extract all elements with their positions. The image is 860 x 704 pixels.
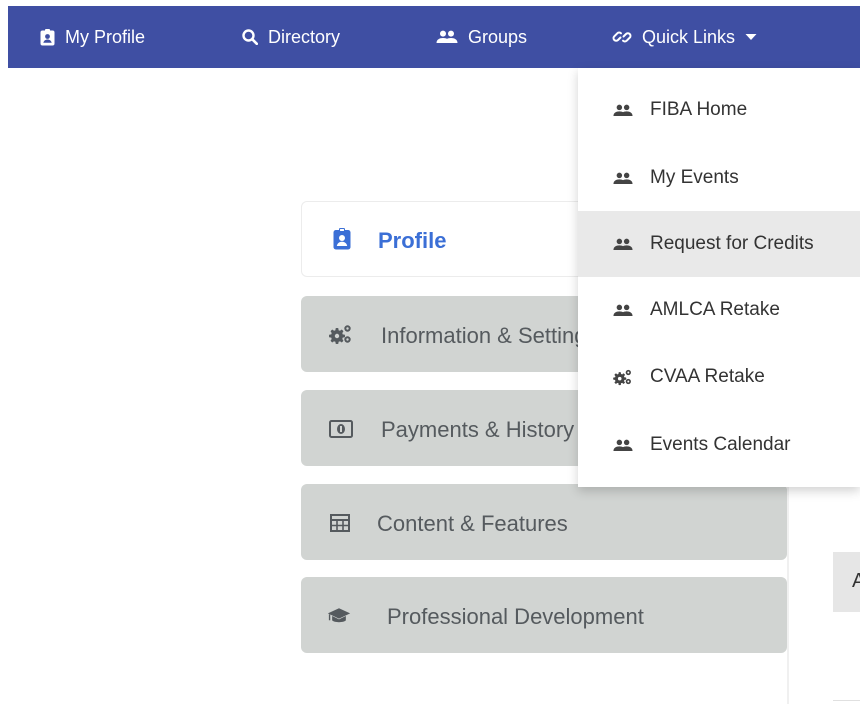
dropdown-item-request-for-credits[interactable]: Request for Credits [578,211,860,277]
caret-down-icon [745,33,757,41]
gears-icon [329,322,353,346]
dropdown-item-cvaa-retake[interactable]: CVAA Retake [578,344,860,410]
group-icon [613,101,633,119]
right-panel-header: A [833,552,860,612]
group-icon [436,30,458,44]
group-icon [613,235,633,253]
nav-groups[interactable]: Groups [436,6,527,68]
group-icon [613,301,633,319]
nav-groups-label: Groups [468,26,528,47]
top-navbar: My Profile Directory Groups Quick Links [8,6,860,68]
window-edge [0,0,8,704]
graduation-cap-icon [327,604,351,628]
nav-my-profile[interactable]: My Profile [40,6,145,68]
dropdown-item-label: FIBA Home [650,99,748,120]
dropdown-item-label: AMLCA Retake [650,299,780,320]
right-panel-rule [833,700,860,701]
id-badge-icon [330,227,354,251]
table-icon [328,511,352,535]
id-badge-icon [40,28,55,46]
dropdown-item-label: Events Calendar [650,434,791,455]
sidebar-item-content-features[interactable]: Content & Features [301,484,787,560]
gears-icon [613,368,633,386]
sidebar-item-professional-development[interactable]: Professional Development [301,577,787,653]
dropdown-item-fiba-home[interactable]: FIBA Home [578,77,860,143]
dropdown-item-label: Request for Credits [650,233,814,254]
nav-my-profile-label: My Profile [65,26,146,47]
dropdown-item-my-events[interactable]: My Events [578,145,860,211]
sidebar-item-label: Information & Settings [381,323,598,348]
dropdown-item-amlca-retake[interactable]: AMLCA Retake [578,277,860,343]
nav-directory-label: Directory [268,26,341,47]
money-bill-icon [329,417,353,441]
sidebar-item-label: Content & Features [377,511,568,536]
search-icon [242,29,258,45]
group-icon [613,169,633,187]
nav-directory[interactable]: Directory [242,6,340,68]
dropdown-item-label: CVAA Retake [650,366,765,387]
sidebar-item-label: Payments & History [381,417,575,442]
sidebar-item-label: Professional Development [387,604,644,629]
group-icon [613,436,633,454]
nav-quick-links[interactable]: Quick Links [612,6,757,68]
link-icon [612,28,632,46]
right-panel-header-text: A [852,570,860,592]
dropdown-item-events-calendar[interactable]: Events Calendar [578,412,860,478]
dropdown-item-label: My Events [650,167,739,188]
nav-quick-links-label: Quick Links [642,26,736,47]
sidebar-item-label: Profile [378,228,447,253]
quick-links-dropdown: FIBA Home My Events Request for Credits [578,68,860,487]
